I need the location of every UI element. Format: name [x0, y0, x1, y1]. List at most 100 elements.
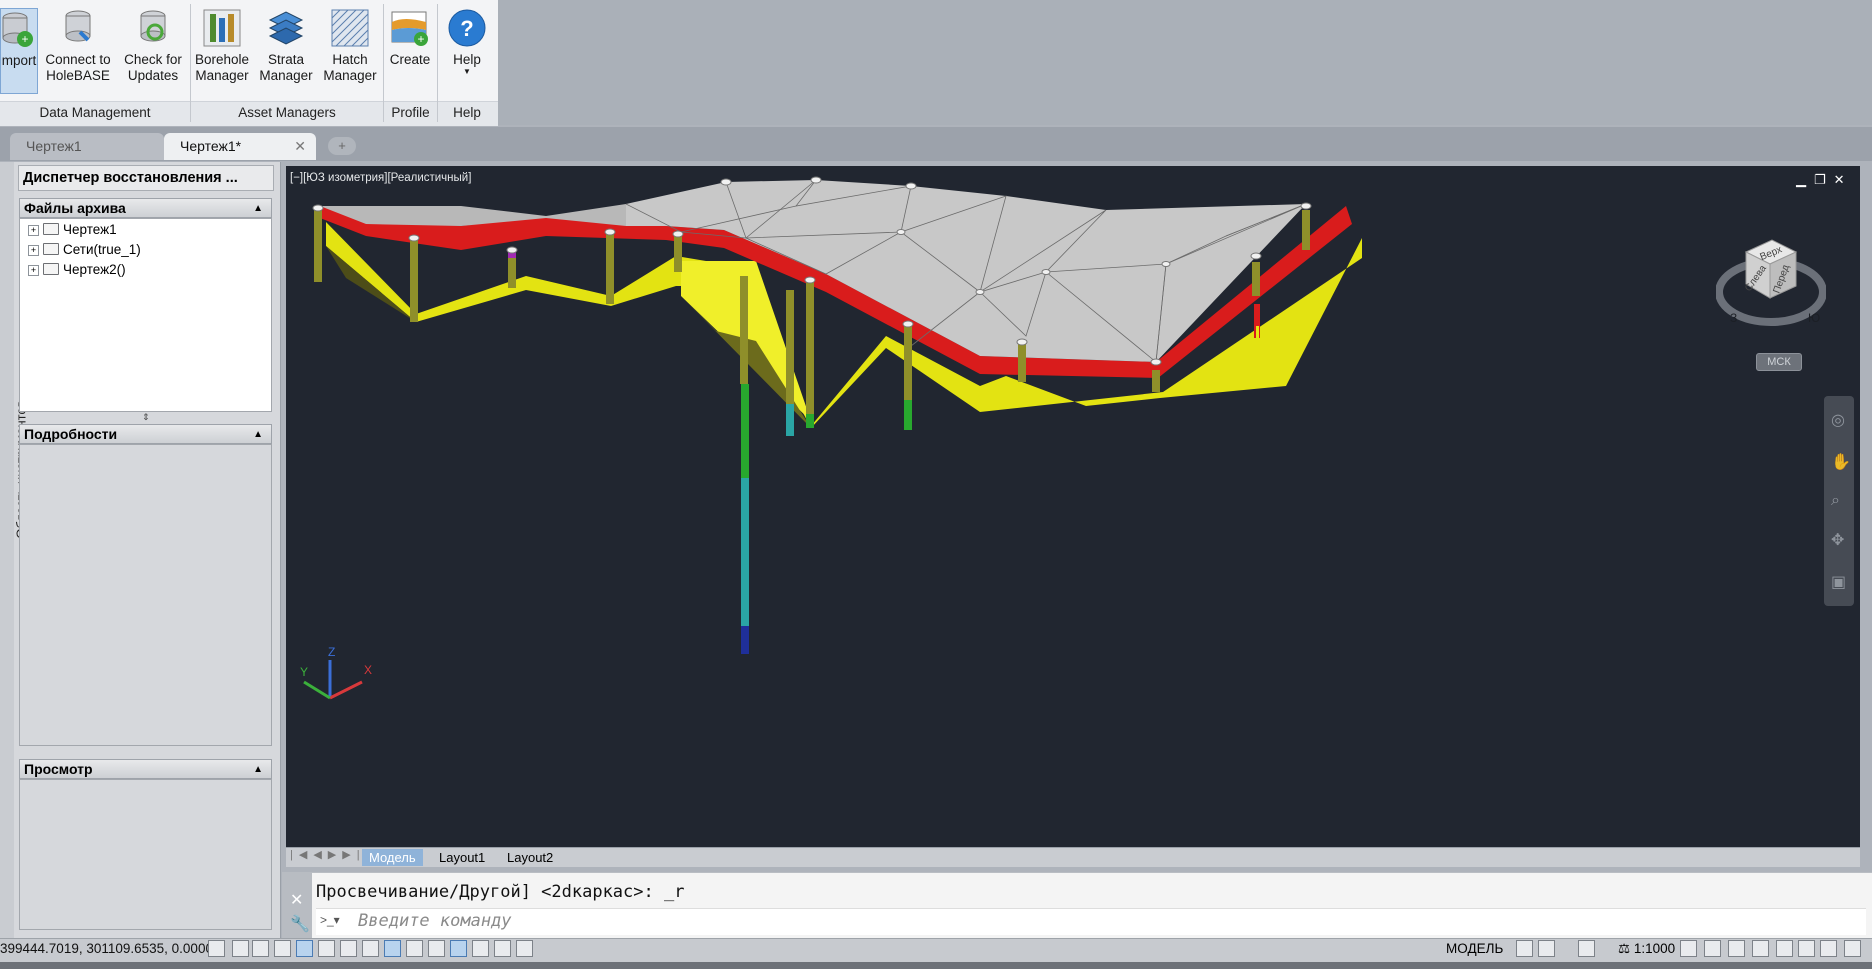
lightbulb-icon[interactable] — [1820, 940, 1837, 957]
coordinates-readout[interactable]: 399444.7019, 301109.6535, 0.0000 — [0, 941, 213, 956]
drawing-viewport[interactable]: Z X Y — [286, 166, 1860, 847]
showmotion-icon[interactable]: ▣ — [1831, 572, 1846, 592]
database-refresh-icon — [133, 8, 173, 48]
section-title: Файлы архива — [24, 200, 126, 216]
viewcube[interactable]: Верх Слева Перед З Ю — [1715, 228, 1827, 338]
isodraft-icon[interactable] — [318, 940, 335, 957]
help-button[interactable]: ? Help ▼ — [440, 8, 494, 94]
add-icon: + — [338, 138, 346, 153]
quick-view-drawings-icon[interactable] — [1538, 940, 1555, 957]
ucs-menu[interactable]: МСК — [1756, 353, 1802, 371]
snap-icon[interactable] — [252, 940, 269, 957]
tree-item[interactable]: + Чертеж1 — [28, 221, 117, 239]
workspace-switching-icon[interactable] — [1704, 940, 1721, 957]
database-add-icon: + — [1, 9, 41, 49]
import-button[interactable]: + mport — [0, 8, 38, 94]
wrench-icon[interactable]: 🔧 — [290, 914, 310, 934]
strata-manager-label: Strata Manager — [259, 52, 313, 83]
expand-icon[interactable]: + — [28, 265, 39, 276]
splitter-grip-icon[interactable]: ⇕ — [142, 412, 150, 423]
toolbar-lock-icon[interactable] — [1728, 940, 1745, 957]
close-icon[interactable]: ✕ — [290, 890, 303, 910]
tree-item-label: Чертеж2() — [63, 262, 126, 277]
borehole-manager-button[interactable]: Borehole Manager — [192, 8, 252, 94]
connect-holebase-label: Connect to HoleBASE — [45, 52, 111, 83]
expand-icon[interactable]: + — [28, 225, 39, 236]
tab-drawing1-modified[interactable]: Чертеж1* ✕ — [164, 133, 316, 160]
dynamic-input-icon[interactable] — [428, 940, 445, 957]
object-snap-icon[interactable] — [340, 940, 357, 957]
palette-side-strip[interactable]: Область инструментов — [0, 162, 29, 940]
isolate-objects-icon[interactable] — [1776, 940, 1793, 957]
create-profile-button[interactable]: + Create — [386, 8, 434, 94]
layout-scroll-arrows-icon[interactable]: |◀◀▶▶| — [290, 848, 366, 861]
borehole-manager-label: Borehole Manager — [194, 52, 250, 83]
transparency-icon[interactable] — [472, 940, 489, 957]
lineweight-icon[interactable] — [450, 940, 467, 957]
expand-icon[interactable]: + — [28, 245, 39, 256]
preview-header[interactable]: Просмотр ▲ — [19, 759, 272, 779]
borehole-3d-model: Z X Y — [300, 176, 1362, 700]
steering-wheel-icon[interactable]: ◎ — [1831, 410, 1845, 430]
viewport-window-controls[interactable]: ▁❐✕ — [1796, 172, 1853, 188]
dynamic-ucs-icon[interactable] — [406, 940, 423, 957]
annotation-monitor-icon[interactable] — [516, 940, 533, 957]
hardware-acceleration-icon[interactable] — [1752, 940, 1769, 957]
compass-s-label: Ю — [1808, 311, 1820, 325]
compass-w-label: З — [1730, 311, 1737, 325]
archive-files-tree: + Чертеж1 + Сети(true_1) + Чертеж2() — [19, 218, 272, 412]
zoom-icon[interactable]: ⌕ — [1831, 492, 1840, 510]
object-tracking-icon[interactable] — [384, 940, 401, 957]
3d-osnap-icon[interactable] — [362, 940, 379, 957]
tab-drawing1[interactable]: Чертеж1 — [10, 133, 164, 160]
ribbon-empty-area — [498, 0, 1872, 125]
polar-tracking-icon[interactable] — [296, 940, 313, 957]
grid-icon[interactable] — [232, 940, 249, 957]
details-header[interactable]: Подробности ▲ — [19, 424, 272, 444]
archive-files-header[interactable]: Файлы архива ▲ — [19, 198, 272, 218]
collapse-arrow-icon[interactable]: ▲ — [253, 761, 263, 779]
restore-icon[interactable]: ❐ — [1814, 172, 1834, 187]
ortho-icon[interactable] — [274, 940, 291, 957]
palette-title: Диспетчер восстановления ... — [18, 165, 274, 191]
group-label-help: Help — [453, 105, 481, 120]
tab-layout1[interactable]: Layout1 — [432, 849, 492, 866]
tab-model[interactable]: Модель — [362, 849, 423, 866]
tree-item[interactable]: + Сети(true_1) — [28, 241, 141, 259]
details-body — [19, 444, 272, 746]
command-input-row[interactable]: >_▾ — [316, 908, 1866, 935]
check-updates-button[interactable]: Check for Updates — [118, 8, 188, 94]
annotation-visibility-icon[interactable] — [1578, 940, 1595, 957]
folder-icon — [43, 223, 59, 235]
auto-scale-icon[interactable] — [1680, 940, 1697, 957]
command-prompt-icon[interactable]: >_▾ — [320, 913, 340, 927]
quick-view-layouts-icon[interactable] — [1516, 940, 1533, 957]
tree-item[interactable]: + Чертеж2() — [28, 261, 126, 279]
orbit-icon[interactable]: ✥ — [1831, 530, 1844, 550]
pan-hand-icon[interactable]: ✋ — [1831, 452, 1851, 472]
strata-manager-button[interactable]: Strata Manager — [254, 8, 318, 94]
viewport-controls-label[interactable]: [−][ЮЗ изометрия][Реалистичный] — [290, 172, 471, 184]
clean-screen-icon[interactable] — [1798, 940, 1815, 957]
svg-text:+: + — [417, 32, 424, 46]
annotation-scale[interactable]: ⚖ 1:1000 ▼ — [1618, 941, 1688, 957]
command-input[interactable]: Введите команду — [358, 911, 512, 931]
collapse-arrow-icon[interactable]: ▲ — [253, 426, 263, 444]
minimize-icon[interactable]: ▁ — [1796, 172, 1814, 187]
close-icon[interactable]: ✕ — [294, 133, 306, 160]
profile-create-icon: + — [390, 8, 430, 48]
connect-holebase-button[interactable]: Connect to HoleBASE — [40, 8, 116, 94]
new-tab-button[interactable]: + — [328, 137, 356, 155]
hatch-manager-label: Hatch Manager — [323, 52, 377, 83]
selection-cycling-icon[interactable] — [494, 940, 511, 957]
hatch-manager-button[interactable]: Hatch Manager — [320, 8, 380, 94]
model-space-toggle[interactable]: МОДЕЛЬ — [1446, 941, 1503, 956]
check-updates-label: Check for Updates — [124, 52, 182, 83]
customization-icon[interactable] — [1844, 940, 1861, 957]
model-space-icon[interactable] — [208, 940, 225, 957]
close-icon[interactable]: ✕ — [1834, 172, 1853, 187]
tab-layout2[interactable]: Layout2 — [500, 849, 560, 866]
tree-item-label: Чертеж1 — [63, 222, 117, 237]
collapse-arrow-icon[interactable]: ▲ — [253, 200, 263, 218]
navigation-bar[interactable]: ◎ ✋ ⌕ ✥ ▣ — [1824, 396, 1854, 606]
